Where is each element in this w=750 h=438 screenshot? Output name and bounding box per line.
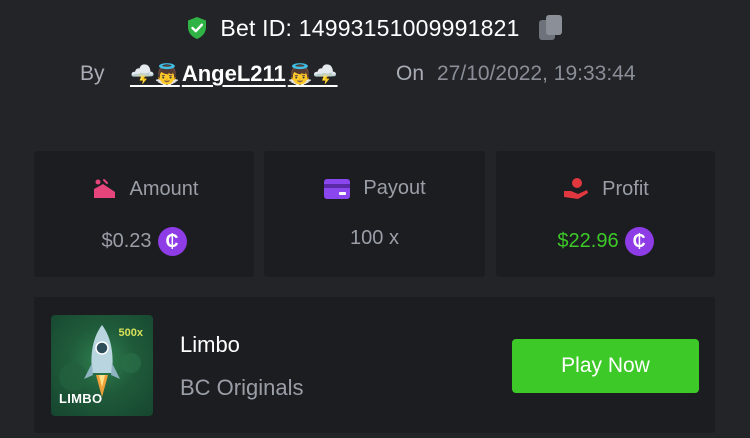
game-provider: BC Originals (180, 375, 304, 400)
amount-label: Amount (129, 177, 199, 200)
on-label: On (396, 62, 425, 85)
copy-icon[interactable] (538, 14, 564, 42)
bet-author-row: By 🌩️👼 AngeL211 👼🌩️ On 27/10/2022, 19:33… (0, 57, 750, 91)
amount-value-line: $0.23 ₵ (34, 227, 254, 256)
game-name: Limbo (180, 332, 240, 357)
payout-value: 100 x (350, 227, 399, 249)
payout-card: Payout 100 x (264, 151, 485, 277)
game-thumbnail[interactable]: 500x LIMBO (51, 315, 153, 416)
coin-icon: ₵ (157, 227, 187, 256)
bet-id-row: Bet ID: 14993151009991821 (0, 11, 750, 45)
coin-icon: ₵ (624, 227, 654, 256)
bet-id-text: Bet ID: 14993151009991821 (220, 14, 520, 41)
amount-value: $0.23 (101, 230, 152, 252)
thumb-multiplier: 500x (118, 327, 143, 339)
amount-icon (90, 177, 118, 201)
shield-check-icon (186, 16, 208, 40)
by-label: By (80, 62, 105, 85)
user-link[interactable]: 🌩️👼 AngeL211 👼🌩️ (130, 61, 338, 87)
game-card: 500x LIMBO Limbo BC Originals Play Now (34, 297, 715, 433)
play-now-button[interactable]: Play Now (512, 339, 699, 393)
username: AngeL211 (181, 61, 286, 86)
payout-label: Payout (363, 177, 426, 199)
user-emoji-left: 🌩️👼 (130, 62, 180, 86)
card-icon (323, 178, 351, 200)
profit-label: Profit (602, 177, 649, 200)
profit-value-line: $22.96 ₵ (496, 227, 715, 256)
profit-card: Profit $22.96 ₵ (496, 151, 715, 277)
profit-title: Profit (496, 177, 715, 201)
payout-title: Payout (264, 177, 485, 200)
payout-value-line: 100 x (264, 227, 485, 250)
amount-title: Amount (34, 177, 254, 201)
profit-value: $22.96 (557, 230, 619, 252)
bet-datetime: 27/10/2022, 19:33:44 (437, 62, 636, 85)
thumb-label: LIMBO (59, 391, 103, 406)
user-emoji-right: 👼🌩️ (287, 62, 338, 86)
amount-card: Amount $0.23 ₵ (34, 151, 254, 277)
hand-coin-icon (562, 177, 590, 201)
